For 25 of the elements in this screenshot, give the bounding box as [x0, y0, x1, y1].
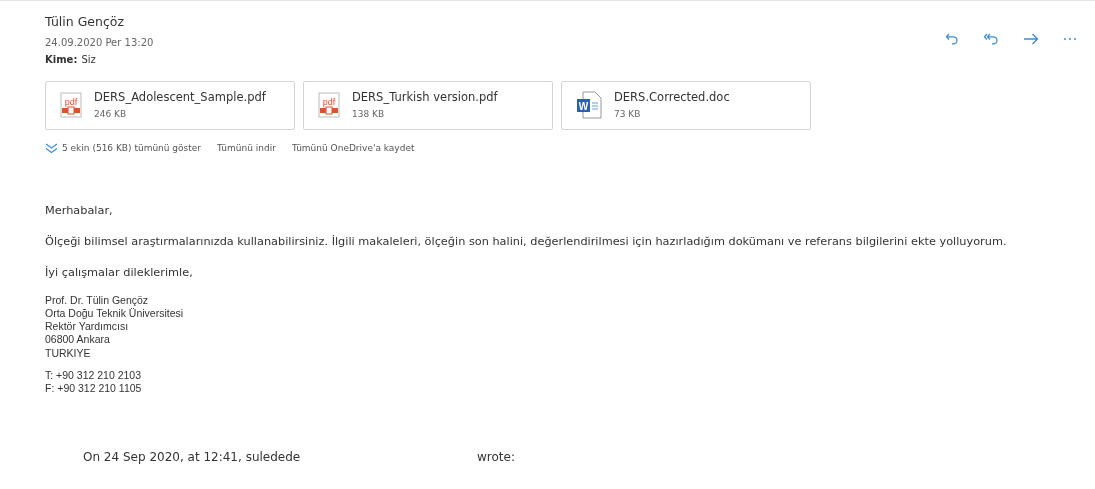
signature-line: 06800 Ankara — [45, 333, 111, 347]
signature-line: Orta Doğu Teknik Üniversitesi — [45, 307, 185, 321]
contact-line: F: +90 312 210 1105 — [45, 381, 143, 395]
recipient-label: Kime: — [45, 52, 78, 67]
attachment-card[interactable]: pdf DERS_Turkish version.pdf 138 KB — [303, 80, 553, 130]
contact-line: T: +90 312 210 2103 — [45, 368, 143, 382]
pdf-file-icon: pdf — [318, 92, 340, 119]
show-all-attachments-link[interactable]: 5 ekin (516 KB) tümünü göster — [45, 141, 202, 156]
download-all-link[interactable]: Tümünü indir — [217, 141, 276, 156]
save-to-onedrive-link[interactable]: Tümünü OneDrive'a kaydet — [291, 141, 415, 156]
chevron-down-icon — [45, 143, 58, 154]
recipient-name: Siz — [81, 52, 96, 67]
quote-intro-text: On 24 Sep 2020, at 12:41, suledede — [83, 448, 302, 466]
quote-wrote-text: wrote: — [477, 448, 515, 466]
message-paragraph: Ölçeği bilimsel araştırmalarınızda kullanabilirsiniz. İlgili makaleleri, ölçeğin son halini, değerlendirilmesi için hazırladığım dokümanı ve referans bilgilerini ekte yolluyorum. — [45, 234, 1008, 251]
attachment-card[interactable]: pdf DERS_Adolescent_Sample.pdf 246 KB — [45, 80, 295, 130]
greeting-text: Merhabalar, — [45, 203, 114, 220]
closing-text: İyi çalışmalar dileklerimle, — [45, 265, 194, 282]
attachment-card[interactable]: W DERS.Corrected.doc 73 KB — [561, 80, 811, 130]
pdf-file-icon: pdf — [60, 92, 82, 119]
sender-name: Tülin Gençöz — [45, 13, 126, 31]
signature-line: TURKIYE — [45, 346, 92, 360]
sent-date: 24.09.2020 Per 13:20 — [45, 35, 154, 50]
signature-line: Prof. Dr. Tülin Gençöz — [45, 294, 150, 308]
signature-line: Rektör Yardımcısı — [45, 320, 130, 334]
